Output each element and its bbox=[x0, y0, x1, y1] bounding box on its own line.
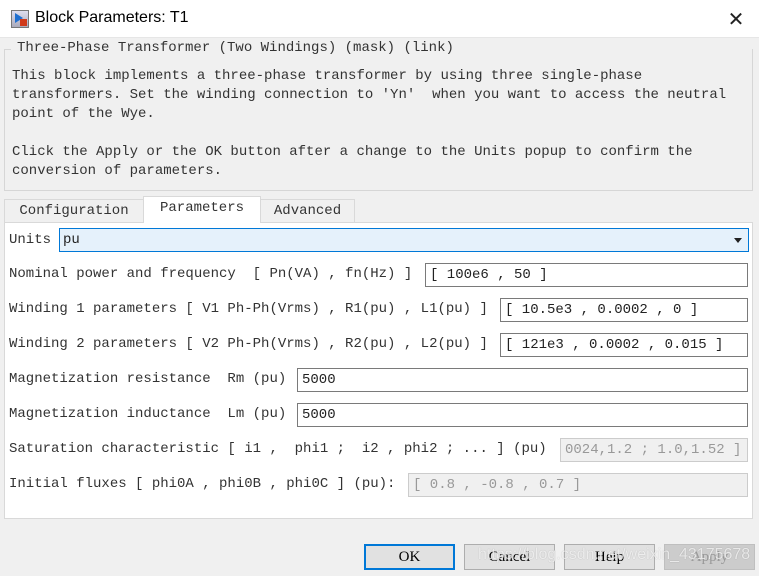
lm-input[interactable]: 5000 bbox=[297, 403, 748, 427]
lm-label: Magnetization inductance Lm (pu) bbox=[9, 406, 287, 422]
units-dropdown[interactable]: pu bbox=[59, 228, 749, 252]
saturation-label: Saturation characteristic [ i1 , phi1 ; … bbox=[9, 441, 547, 457]
nominal-power-label: Nominal power and frequency [ Pn(VA) , f… bbox=[9, 266, 413, 282]
saturation-input: 0024,1.2 ; 1.0,1.52 ] bbox=[560, 438, 748, 462]
rm-label: Magnetization resistance Rm (pu) bbox=[9, 371, 287, 387]
tab-configuration[interactable]: Configuration bbox=[4, 199, 144, 223]
window-title: Block Parameters: T1 bbox=[35, 9, 189, 26]
help-button[interactable]: Help bbox=[564, 544, 655, 570]
group-title: Three-Phase Transformer (Two Windings) (… bbox=[15, 40, 456, 56]
apply-button: Apply bbox=[664, 544, 755, 570]
initial-fluxes-label: Initial fluxes [ phi0A , phi0B , phi0C ]… bbox=[9, 476, 396, 492]
ok-button[interactable]: OK bbox=[364, 544, 455, 570]
initial-fluxes-input: [ 0.8 , -0.8 , 0.7 ] bbox=[408, 473, 748, 497]
chevron-down-icon bbox=[734, 238, 742, 243]
winding1-input[interactable]: [ 10.5e3 , 0.0002 , 0 ] bbox=[500, 298, 748, 322]
rm-input[interactable]: 5000 bbox=[297, 368, 748, 392]
nominal-power-input[interactable]: [ 100e6 , 50 ] bbox=[425, 263, 748, 287]
simulink-block-icon bbox=[11, 10, 29, 28]
title-bar: Block Parameters: T1 ✕ bbox=[0, 0, 759, 38]
tab-parameters[interactable]: Parameters bbox=[143, 196, 261, 223]
block-description: This block implements a three-phase tran… bbox=[12, 68, 727, 179]
close-icon[interactable]: ✕ bbox=[713, 0, 759, 38]
units-value: pu bbox=[63, 232, 80, 248]
cancel-button[interactable]: Cancel bbox=[464, 544, 555, 570]
winding2-label: Winding 2 parameters [ V2 Ph-Ph(Vrms) , … bbox=[9, 336, 488, 352]
tab-advanced[interactable]: Advanced bbox=[260, 199, 355, 223]
units-label: Units bbox=[9, 232, 52, 248]
winding2-input[interactable]: [ 121e3 , 0.0002 , 0.015 ] bbox=[500, 333, 748, 357]
winding1-label: Winding 1 parameters [ V1 Ph-Ph(Vrms) , … bbox=[9, 301, 488, 317]
